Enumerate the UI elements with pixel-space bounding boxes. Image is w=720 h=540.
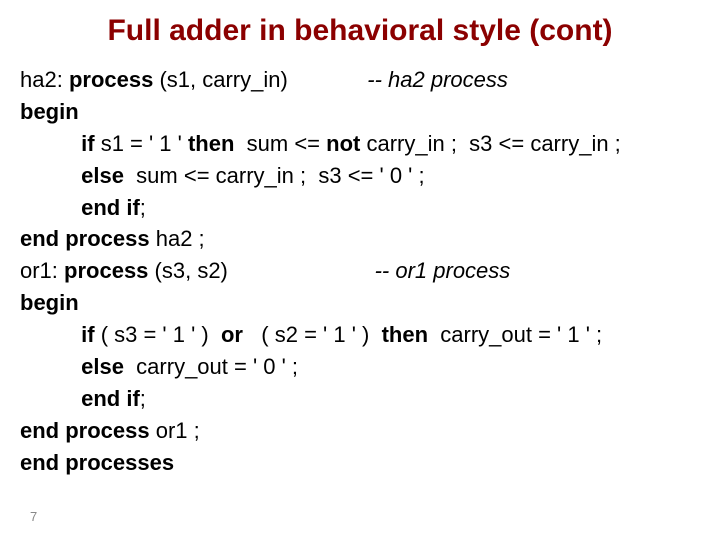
keyword-end-if: end if — [81, 195, 140, 220]
indent — [20, 195, 81, 220]
keyword-begin: begin — [20, 290, 79, 315]
code-line: end process ha2 ; — [20, 223, 700, 255]
text: carry_out = ' 0 ' ; — [124, 354, 298, 379]
keyword-end-process: end process — [20, 418, 150, 443]
text: ( s3 = ' 1 ' ) — [95, 322, 221, 347]
text: or1: — [20, 258, 64, 283]
keyword-then: then — [382, 322, 428, 347]
text: sum <= carry_in ; s3 <= ' 0 ' ; — [124, 163, 425, 188]
text: ha2: — [20, 67, 69, 92]
indent — [20, 131, 81, 156]
keyword-not: not — [326, 131, 360, 156]
keyword-begin: begin — [20, 99, 79, 124]
slide: Full adder in behavioral style (cont) ha… — [0, 0, 720, 540]
code-line: begin — [20, 287, 700, 319]
code-line: end process or1 ; — [20, 415, 700, 447]
keyword-end-processes: end processes — [20, 450, 174, 475]
text: (s3, s2) — [148, 258, 374, 283]
text: or1 ; — [150, 418, 200, 443]
text: sum <= — [234, 131, 326, 156]
text: ; — [140, 386, 146, 411]
comment: -- ha2 process — [367, 67, 508, 92]
indent — [20, 322, 81, 347]
code-line: or1: process (s3, s2) -- or1 process — [20, 255, 700, 287]
code-line: end if; — [20, 383, 700, 415]
text: carry_out = ' 1 ' ; — [428, 322, 602, 347]
indent — [20, 386, 81, 411]
code-line: begin — [20, 96, 700, 128]
code-body: ha2: process (s1, carry_in) -- ha2 proce… — [20, 64, 700, 479]
text: ( s2 = ' 1 ' ) — [243, 322, 382, 347]
indent — [20, 354, 81, 379]
text: carry_in ; s3 <= carry_in ; — [360, 131, 620, 156]
text: ; — [140, 195, 146, 220]
page-number: 7 — [30, 509, 37, 524]
keyword-process: process — [64, 258, 148, 283]
indent — [20, 163, 81, 188]
comment: -- or1 process — [375, 258, 511, 283]
text: ha2 ; — [150, 226, 205, 251]
code-line: ha2: process (s1, carry_in) -- ha2 proce… — [20, 64, 700, 96]
keyword-if: if — [81, 131, 94, 156]
slide-title: Full adder in behavioral style (cont) — [20, 14, 700, 48]
keyword-end-if: end if — [81, 386, 140, 411]
text: s1 = ' 1 ' — [95, 131, 188, 156]
keyword-else: else — [81, 163, 124, 188]
keyword-or: or — [221, 322, 243, 347]
keyword-else: else — [81, 354, 124, 379]
keyword-if: if — [81, 322, 94, 347]
keyword-process: process — [69, 67, 153, 92]
code-line: end processes — [20, 447, 700, 479]
text: (s1, carry_in) — [153, 67, 367, 92]
code-line: end if; — [20, 192, 700, 224]
code-line: else carry_out = ' 0 ' ; — [20, 351, 700, 383]
code-line: if ( s3 = ' 1 ' ) or ( s2 = ' 1 ' ) then… — [20, 319, 700, 351]
keyword-end-process: end process — [20, 226, 150, 251]
code-line: else sum <= carry_in ; s3 <= ' 0 ' ; — [20, 160, 700, 192]
code-line: if s1 = ' 1 ' then sum <= not carry_in ;… — [20, 128, 700, 160]
keyword-then: then — [188, 131, 234, 156]
